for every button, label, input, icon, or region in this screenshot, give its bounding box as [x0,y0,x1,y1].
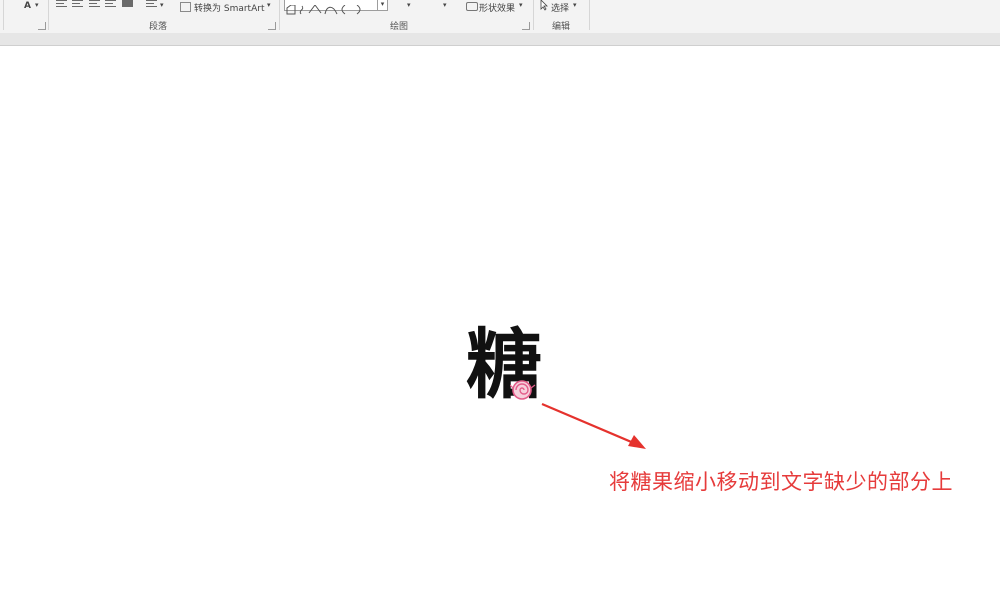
instruction-text: 将糖果缩小移动到文字缺少的部分上 [609,470,953,494]
smartart-icon[interactable] [180,2,191,12]
group-separator [48,0,49,30]
group-separator [279,0,280,30]
shapes-gallery-more-icon[interactable]: ▾ [377,0,388,11]
editing-group-label: 编辑 [552,22,571,32]
paragraph-group-label: 段落 [149,22,168,32]
shape-effects-button[interactable]: 形状效果 [479,1,515,14]
group-separator [533,0,534,30]
select-button[interactable]: 选择 [551,1,569,14]
pointer-arrow [541,402,646,449]
font-color-dropdown-icon[interactable]: ▾ [35,1,39,9]
candy-icon[interactable] [510,378,536,400]
drawing-group-label: 绘图 [390,22,409,32]
group-separator [3,0,4,30]
group-separator [589,0,590,30]
select-cursor-icon[interactable] [540,0,548,11]
shapes-gallery[interactable] [284,0,378,15]
font-color-button[interactable]: A [24,1,31,11]
select-dropdown-icon[interactable]: ▾ [573,1,577,9]
columns-icon[interactable] [146,0,157,8]
paragraph-group-launcher-icon[interactable] [268,22,276,30]
ribbon: A ▾ ▾ 转换为 SmartArt ▾ 段落 ▾ ▾ ▾ 形状效果 ▾ 绘图 … [0,0,1000,34]
align-center-icon[interactable] [72,0,83,8]
align-left-icon[interactable] [56,0,67,8]
smartart-dropdown-icon[interactable]: ▾ [267,1,271,9]
shape-effects-dropdown-icon[interactable]: ▾ [519,1,523,9]
shape-effects-icon[interactable] [466,2,478,11]
align-right-icon[interactable] [89,0,100,8]
quick-styles-dropdown-icon[interactable]: ▾ [443,1,447,9]
drawing-group-launcher-icon[interactable] [522,22,530,30]
ribbon-collapse-bar [0,33,1000,46]
shapes-gallery-icons [286,4,361,15]
justify-icon[interactable] [105,0,116,8]
arrange-dropdown-icon[interactable]: ▾ [407,1,411,9]
font-group-launcher-icon[interactable] [38,22,46,30]
convert-smartart-button[interactable]: 转换为 SmartArt [194,1,264,14]
columns-dropdown-icon[interactable]: ▾ [160,1,164,9]
distributed-icon[interactable] [122,0,133,7]
